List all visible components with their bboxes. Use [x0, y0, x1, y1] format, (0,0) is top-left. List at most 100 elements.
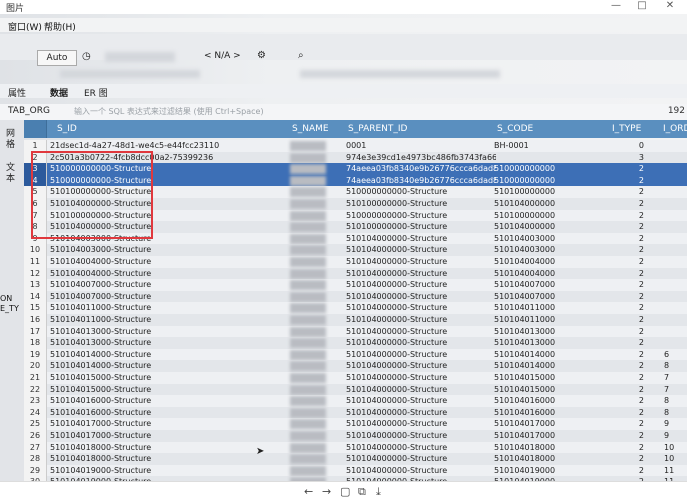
cell-s-code[interactable]: 510104018000 [494, 453, 579, 465]
cell-s-code[interactable]: 510000000000 [494, 163, 579, 175]
cell-i-type[interactable]: 2 [584, 302, 644, 314]
cell-s-code[interactable]: 510104019000 [494, 465, 579, 477]
cell-s-code[interactable]: 510104000000 [494, 221, 579, 233]
cell-s-code[interactable]: 510000000000 [494, 175, 579, 187]
row-number[interactable]: 27 [24, 441, 47, 454]
cell-i-ord[interactable] [664, 198, 687, 210]
cell-s-code[interactable]: 510104011000 [494, 302, 579, 314]
cell-s-name-blurred[interactable] [290, 407, 326, 418]
row-number[interactable]: 19 [24, 348, 47, 361]
cell-s-name-blurred[interactable] [290, 303, 326, 314]
cell-s-parent-id[interactable]: 510104000000-Structure [346, 244, 496, 256]
fit-icon[interactable]: ▢ [340, 485, 350, 498]
cell-i-ord[interactable]: 8 [664, 407, 687, 419]
cell-s-code[interactable]: 510104017000 [494, 430, 579, 442]
table-row[interactable]: 10 510104003000-Structure 510104000000-Str… [24, 244, 687, 257]
cell-s-parent-id[interactable]: 510104000000-Structure [346, 302, 496, 314]
text-view-label-2[interactable]: 本 [6, 171, 15, 184]
cell-s-name-blurred[interactable] [290, 349, 326, 360]
cell-s-id[interactable]: 510104016000-Structure [48, 395, 255, 407]
cell-s-parent-id[interactable]: 510104000000-Structure [346, 360, 496, 372]
cell-i-ord[interactable] [664, 302, 687, 314]
cell-i-ord[interactable] [664, 163, 687, 175]
cell-s-code[interactable]: 510104014000 [494, 349, 579, 361]
cell-s-parent-id[interactable]: 510104000000-Structure [346, 337, 496, 349]
cell-i-type[interactable]: 2 [584, 291, 644, 303]
row-number[interactable]: 21 [24, 372, 47, 384]
table-row[interactable]: 14 510104007000-Structure 510104000000-Str… [24, 290, 687, 303]
cell-i-type[interactable]: 3 [584, 152, 644, 164]
table-row[interactable]: 16 510104011000-Structure 510104000000-Str… [24, 314, 687, 326]
cell-i-ord[interactable] [664, 152, 687, 164]
cell-s-name-blurred[interactable] [290, 164, 326, 175]
column-header-s-id[interactable]: S_ID [47, 120, 298, 138]
cell-i-ord[interactable]: 10 [664, 442, 687, 454]
table-row[interactable]: 23 510104016000-Structure 510104000000-Str… [24, 395, 687, 408]
clock-icon[interactable]: ◷ [82, 51, 91, 62]
row-number[interactable]: 11 [24, 256, 47, 268]
cell-s-id[interactable]: 510104018000-Structure [48, 453, 255, 465]
download-icon[interactable]: ⤓ [376, 485, 381, 499]
search-icon[interactable]: ⌕ [298, 50, 304, 61]
next-icon[interactable]: → [322, 485, 331, 498]
cell-i-ord[interactable]: 8 [664, 360, 687, 372]
cell-s-code[interactable]: 510104000000 [494, 198, 579, 210]
cell-s-parent-id[interactable]: 510104000000-Structure [346, 279, 496, 291]
cell-s-name-blurred[interactable] [290, 396, 326, 407]
table-row[interactable]: 28 510104018000-Structure 510104000000-Str… [24, 453, 687, 466]
cell-i-ord[interactable] [664, 256, 687, 268]
cell-i-type[interactable]: 0 [584, 140, 644, 152]
row-number[interactable]: 13 [24, 279, 47, 292]
grid-view-label-2[interactable]: 格 [6, 137, 15, 150]
cell-i-type[interactable]: 2 [584, 465, 644, 477]
cell-i-type[interactable]: 2 [584, 326, 644, 338]
cell-s-code[interactable]: 510104003000 [494, 233, 579, 245]
cell-i-type[interactable]: 2 [584, 279, 644, 291]
cell-i-ord[interactable] [664, 210, 687, 222]
row-number[interactable]: 15 [24, 302, 47, 315]
cell-s-name-blurred[interactable] [290, 338, 326, 349]
cell-i-ord[interactable]: 6 [664, 349, 687, 361]
cell-s-parent-id[interactable]: 510104000000-Structure [346, 430, 496, 442]
table-row[interactable]: 27 510104018000-Structure 510104000000-Str… [24, 441, 687, 454]
cell-s-parent-id[interactable]: 510104000000-Structure [346, 465, 496, 477]
cell-s-code[interactable]: 510104014000 [494, 360, 579, 372]
table-row[interactable]: 21 510104015000-Structure 510104000000-Str… [24, 372, 687, 384]
cell-s-parent-id[interactable]: 510104000000-Structure [346, 349, 496, 361]
cell-s-parent-id[interactable]: 510104000000-Structure [346, 291, 496, 303]
cell-s-parent-id[interactable]: 510100000000-Structure [346, 198, 496, 210]
cell-s-parent-id[interactable]: 510104000000-Structure [346, 268, 496, 280]
cell-i-type[interactable]: 2 [584, 221, 644, 233]
cell-s-code[interactable]: 510104015000 [494, 372, 579, 384]
cell-s-id[interactable]: 510104004000-Structure [48, 256, 255, 268]
cell-s-parent-id[interactable]: 510104000000-Structure [346, 233, 496, 245]
cell-i-ord[interactable]: 9 [664, 430, 687, 442]
menu-window[interactable]: 窗口(W) [8, 20, 42, 33]
row-number[interactable]: 24 [24, 406, 47, 419]
cell-i-type[interactable]: 2 [584, 210, 644, 222]
tab-properties[interactable]: 属性 [8, 86, 26, 99]
cell-s-code[interactable]: 510104004000 [494, 256, 579, 268]
cell-i-type[interactable]: 2 [584, 198, 644, 210]
cell-i-ord[interactable] [664, 221, 687, 233]
close-icon[interactable]: ✕ [660, 0, 680, 11]
cell-s-code[interactable]: 510104003000 [494, 244, 579, 256]
column-header-s-parent-id[interactable]: S_PARENT_ID [344, 120, 497, 138]
cell-s-name-blurred[interactable] [290, 373, 326, 383]
cell-s-id[interactable]: 510104019000-Structure [48, 465, 255, 477]
cell-i-type[interactable]: 2 [584, 395, 644, 407]
cell-i-type[interactable]: 2 [584, 163, 644, 175]
row-number[interactable]: 14 [24, 290, 47, 303]
cell-s-id[interactable]: 510104014000-Structure [48, 360, 255, 372]
cell-s-parent-id[interactable]: 510000000000-Structure [346, 186, 496, 198]
row-number[interactable]: 16 [24, 314, 47, 326]
cell-s-parent-id[interactable]: 510104000000-Structure [346, 418, 496, 430]
cell-s-id[interactable]: 510104004000-Structure [48, 268, 255, 280]
cell-s-code[interactable]: 510104016000 [494, 407, 579, 419]
cell-s-parent-id[interactable]: 510104000000-Structure [346, 256, 496, 268]
row-number[interactable]: 28 [24, 453, 47, 466]
cell-s-name-blurred[interactable] [290, 268, 326, 279]
cell-s-code[interactable]: 510100000000 [494, 186, 579, 198]
cell-i-ord[interactable]: 7 [664, 372, 687, 384]
cell-s-name-blurred[interactable] [290, 152, 326, 163]
